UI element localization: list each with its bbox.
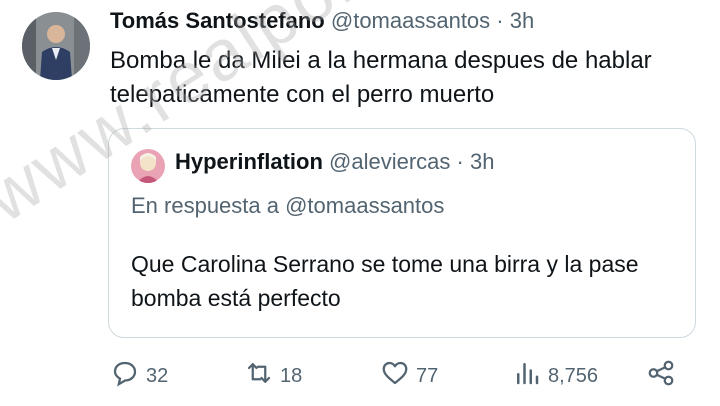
repost-icon [244,358,274,394]
tweet-time[interactable]: 3h [510,8,534,33]
like-button[interactable]: 77 [380,358,438,394]
reply-button[interactable]: 32 [110,358,168,394]
tweet-header: Tomás Santostefano @tomaassantos · 3h [110,8,534,34]
quoted-author-avatar[interactable] [131,149,165,183]
quoted-separator-dot: · [456,149,464,174]
quoted-author-handle[interactable]: @aleviercas [329,149,450,174]
quoted-tweet-header: Hyperinflation @aleviercas · 3h [175,149,494,175]
repost-count: 18 [280,364,303,387]
reply-count: 32 [146,364,169,387]
action-bar: 32 18 77 8,756 [110,358,690,394]
reply-icon [110,358,140,394]
views-count: 8,756 [548,364,599,387]
separator-dot: · [496,8,504,33]
author-handle[interactable]: @tomaassantos [331,8,490,33]
like-icon [380,358,410,394]
views-button[interactable]: 8,756 [512,358,598,394]
author-avatar[interactable] [22,12,90,80]
reply-context[interactable]: En respuesta a @tomaassantos [131,193,444,219]
like-count: 77 [416,364,439,387]
quoted-tweet[interactable]: Hyperinflation @aleviercas · 3h En respu… [108,128,696,338]
quoted-tweet-text: Que Carolina Serrano se tome una birra y… [131,251,639,311]
tweet: Tomás Santostefano @tomaassantos · 3h Bo… [0,0,720,406]
author-name[interactable]: Tomás Santostefano [110,8,325,33]
repost-button[interactable]: 18 [244,358,302,394]
share-icon [646,358,676,394]
views-icon [512,358,542,394]
share-button[interactable] [646,358,676,394]
quoted-author-name[interactable]: Hyperinflation [175,149,323,174]
tweet-text: Bomba le da Milei a la hermana despues d… [110,47,652,108]
quoted-tweet-time[interactable]: 3h [470,149,494,174]
